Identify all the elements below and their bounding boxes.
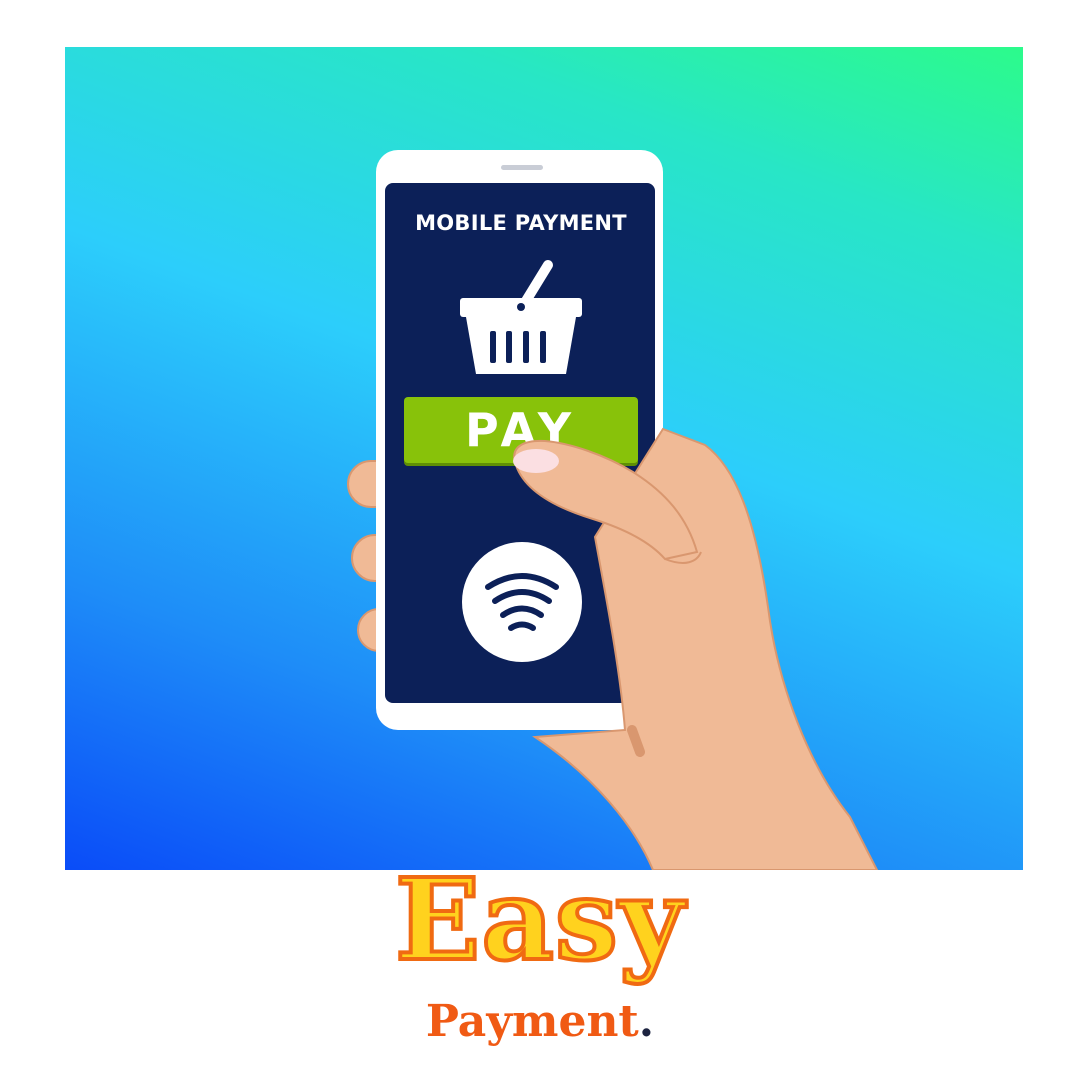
screen-title: MOBILE PAYMENT <box>415 211 627 235</box>
illustration: MOBILE PAYMENT PAY <box>65 47 1023 870</box>
payment-word: Payment <box>425 996 639 1047</box>
pay-button[interactable]: PAY <box>404 397 638 463</box>
phone-speaker-icon <box>501 165 543 170</box>
payment-period: . <box>638 996 655 1047</box>
headline-payment: Payment. <box>0 996 1080 1047</box>
contactless-icon <box>462 542 582 662</box>
headline-easy: Easy <box>393 853 686 988</box>
